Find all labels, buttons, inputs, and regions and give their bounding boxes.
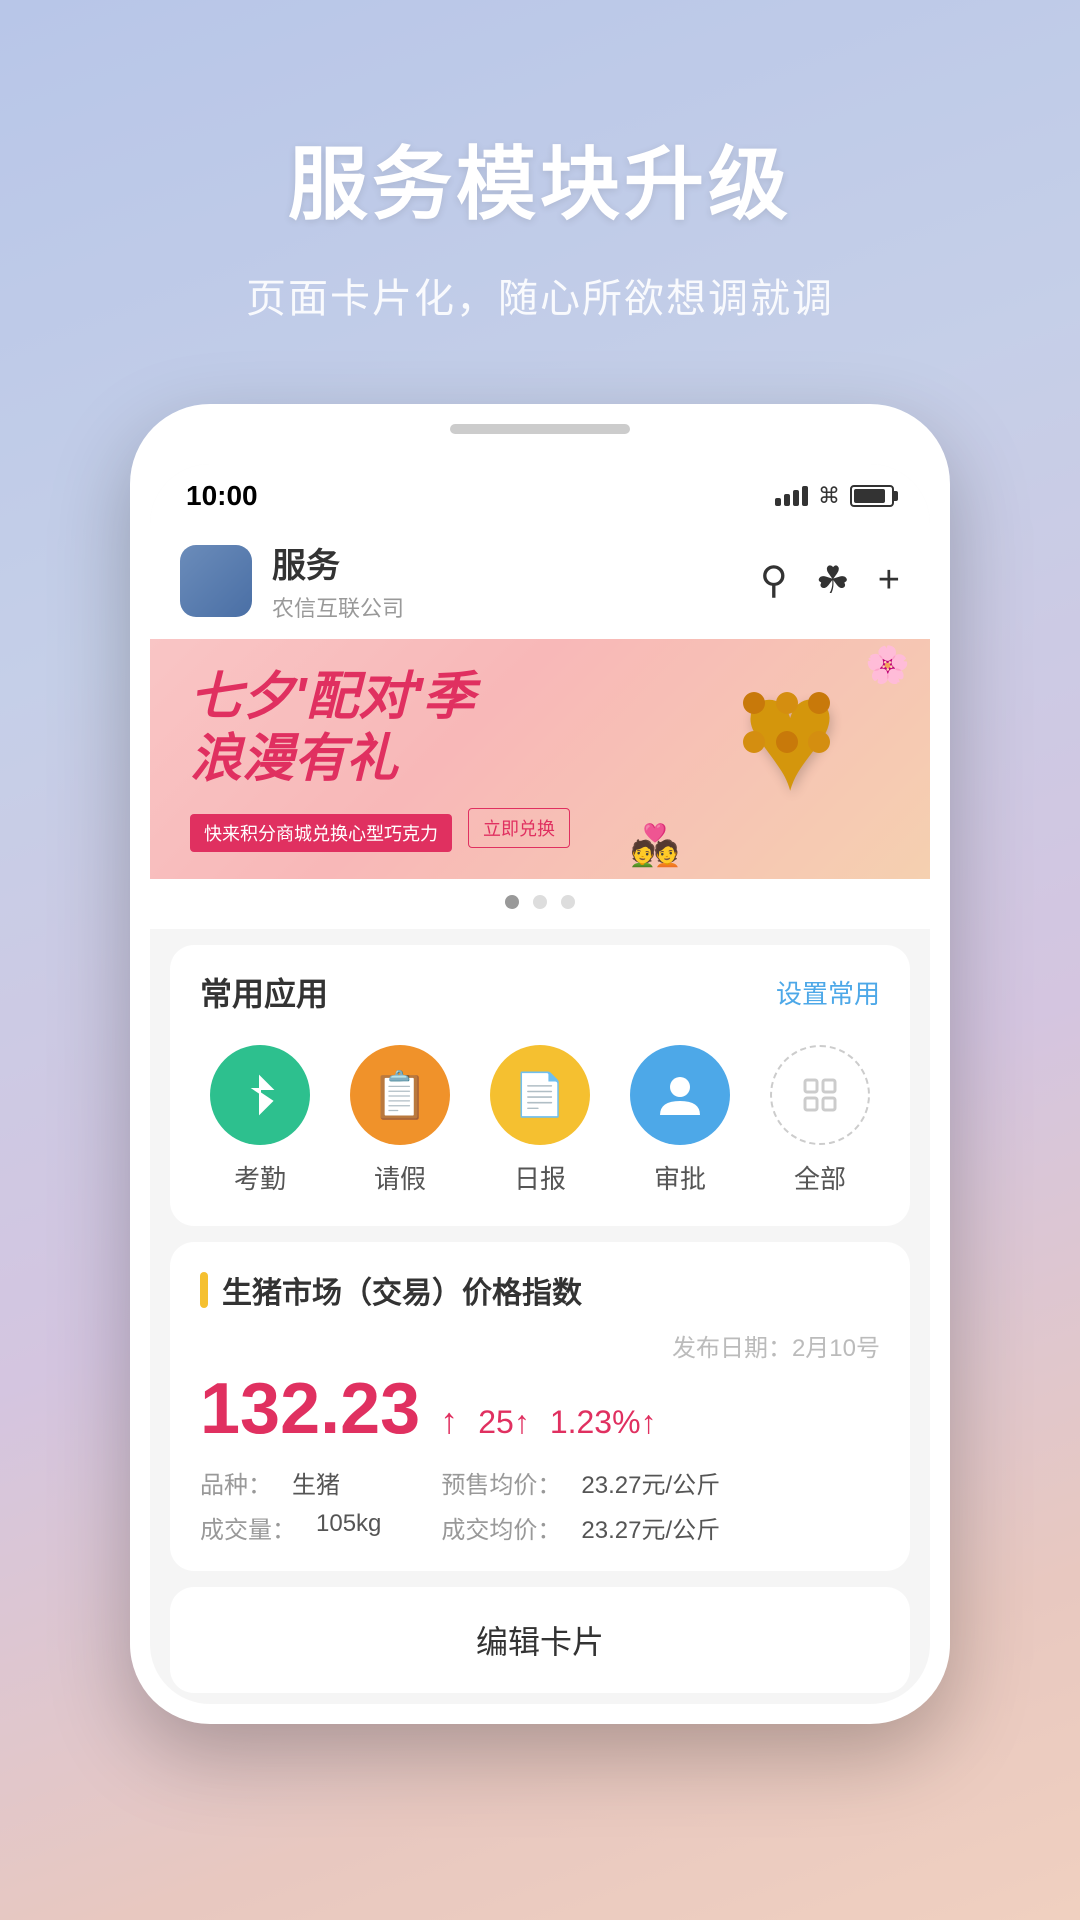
status-bar: 10:00 ⌘ [150,464,930,522]
header-actions: ⚲ ☘ + [760,558,900,603]
detail-col-right: 预售均价： 23.27元/公斤 成交均价： 23.27元/公斤 [441,1465,720,1545]
wifi-icon: ⌘ [818,483,840,509]
banner-container: 七夕'配对'季 浪漫有礼 快来积分商城兑换心型巧克力 立即兑换 ♥ [150,639,930,929]
dot-1[interactable] [505,895,519,909]
common-apps-card: 常用应用 设置常用 考勤 📋 请假 [170,945,910,1226]
market-change2: 1.23%↑ [550,1404,657,1441]
leave-icon: 📋 [350,1045,450,1145]
attendance-label: 考勤 [234,1159,286,1196]
setup-common-button[interactable]: 设置常用 [776,974,880,1011]
banner-badge2[interactable]: 立即兑换 [468,808,570,848]
market-date: 发布日期：2月10号 [200,1328,880,1363]
app-logo [180,545,252,617]
battery-icon [850,485,894,507]
dot-2[interactable] [533,895,547,909]
app-title-area: 服务 农信互联公司 [272,538,760,623]
app-item-attendance[interactable]: 考勤 [190,1045,330,1196]
all-icon [770,1045,870,1145]
bag-icon[interactable]: ☘ [816,558,850,603]
plus-icon[interactable]: + [878,559,900,602]
market-price-row: 132.23 ↑ 25↑ 1.23%↑ [200,1373,880,1445]
all-label: 全部 [794,1159,846,1196]
market-card: 生猪市场（交易）价格指数 发布日期：2月10号 132.23 ↑ 25↑ 1.2… [170,1242,910,1571]
market-details: 品种： 生猪 成交量： 105kg 预售均价： 23.27元/公斤 [200,1465,880,1545]
status-time: 10:00 [186,480,258,512]
market-title: 生猪市场（交易）价格指数 [222,1268,582,1312]
banner-text: 七夕'配对'季 浪漫有礼 快来积分商城兑换心型巧克力 立即兑换 [150,639,650,879]
app-name: 服务 [272,538,760,587]
search-icon[interactable]: ⚲ [760,558,788,603]
app-item-leave[interactable]: 📋 请假 [330,1045,470,1196]
phone-mockup: 10:00 ⌘ [130,404,950,1724]
daily-label: 日报 [514,1159,566,1196]
detail-trade: 成交均价： 23.27元/公斤 [441,1510,720,1545]
detail-presale: 预售均价： 23.27元/公斤 [441,1465,720,1500]
phone-screen: 10:00 ⌘ [150,464,930,1704]
hero-section: 服务模块升级 页面卡片化，随心所欲想调就调 [0,0,1080,384]
scroll-content: 七夕'配对'季 浪漫有礼 快来积分商城兑换心型巧克力 立即兑换 ♥ [150,639,930,1704]
app-icons-row: 考勤 📋 请假 📄 日报 [170,1025,910,1226]
detail-volume: 成交量： 105kg [200,1510,381,1545]
dot-3[interactable] [561,895,575,909]
market-change1: 25↑ [478,1404,530,1441]
signal-icon [775,486,808,506]
market-header: 生猪市场（交易）价格指数 [200,1268,880,1312]
app-item-approval[interactable]: 审批 [610,1045,750,1196]
price-arrow: ↑ [440,1400,458,1442]
detail-breed: 品种： 生猪 [200,1465,381,1500]
detail-col-left: 品种： 生猪 成交量： 105kg [200,1465,381,1545]
banner[interactable]: 七夕'配对'季 浪漫有礼 快来积分商城兑换心型巧克力 立即兑换 ♥ [150,639,930,879]
edit-card-button[interactable]: 编辑卡片 [170,1587,910,1693]
hero-subtitle: 页面卡片化，随心所欲想调就调 [60,266,1020,324]
app-header: 服务 农信互联公司 ⚲ ☘ + [150,522,930,639]
approval-icon [630,1045,730,1145]
hero-title: 服务模块升级 [60,120,1020,236]
market-price-value: 132.23 [200,1373,420,1445]
phone-notch [450,424,630,434]
attendance-icon [210,1045,310,1145]
banner-title-line1: 七夕'配对'季 浪漫有礼 [190,666,610,791]
status-icons: ⌘ [775,483,894,509]
app-item-all[interactable]: 全部 [750,1045,890,1196]
common-apps-header: 常用应用 设置常用 [170,945,910,1025]
common-apps-title: 常用应用 [200,969,328,1015]
approval-label: 审批 [654,1159,706,1196]
banner-badge1: 快来积分商城兑换心型巧克力 [190,814,452,852]
banner-dots [150,879,930,929]
market-indicator [200,1272,208,1308]
daily-icon: 📄 [490,1045,590,1145]
couple-decoration: 💑 [630,822,680,869]
company-name: 农信互联公司 [272,591,760,623]
leave-label: 请假 [374,1159,426,1196]
app-item-daily[interactable]: 📄 日报 [470,1045,610,1196]
banner-image: ♥ 🌸 [650,639,930,879]
